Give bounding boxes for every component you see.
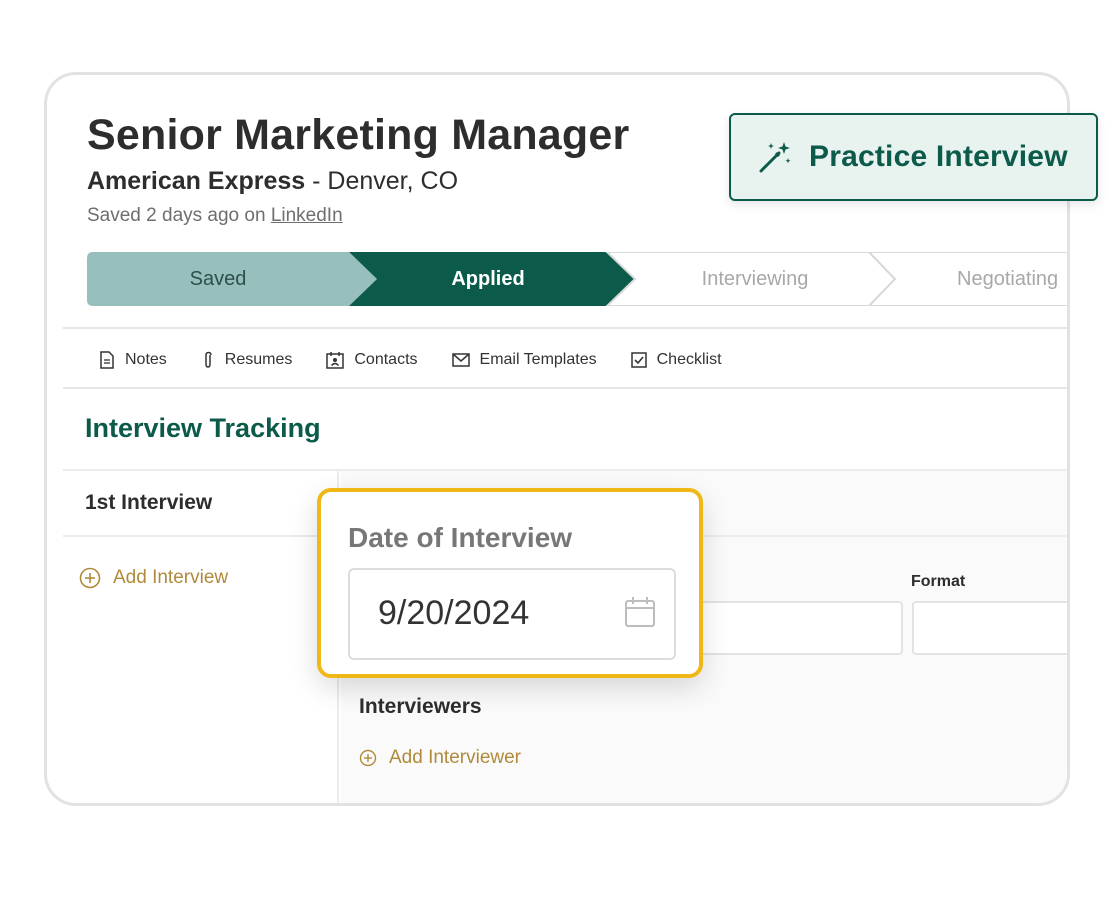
tab-bar: Notes Resumes Contacts Email Templates C… xyxy=(99,347,756,373)
tab-label: Notes xyxy=(125,351,167,368)
divider xyxy=(63,535,337,537)
divider xyxy=(63,387,1067,389)
practice-interview-label: Practice Interview xyxy=(809,140,1068,173)
tab-label: Checklist xyxy=(656,351,722,368)
stage-saved[interactable]: Saved xyxy=(87,252,349,306)
tab-label: Email Templates xyxy=(479,351,597,368)
checkbox-icon xyxy=(630,352,647,368)
stage-applied[interactable]: Applied xyxy=(363,252,613,306)
saved-info: Saved 2 days ago on LinkedIn xyxy=(87,205,343,227)
company-name: American Express xyxy=(87,167,306,195)
job-location: Denver, CO xyxy=(327,167,459,195)
source-link[interactable]: LinkedIn xyxy=(271,205,343,226)
contact-card-icon xyxy=(326,352,345,369)
interviewers-label: Interviewers xyxy=(359,695,482,718)
section-title: Interview Tracking xyxy=(85,413,321,443)
tab-label: Resumes xyxy=(224,351,293,368)
paperclip-icon xyxy=(205,351,212,368)
tab-resumes[interactable]: Resumes xyxy=(201,347,293,373)
add-interviewer-button[interactable]: Add Interviewer xyxy=(359,747,521,769)
format-label: Format xyxy=(911,573,966,590)
stage-negotiating[interactable]: Negotiating xyxy=(917,252,1067,306)
company-location-line: American Express - Denver, CO xyxy=(87,167,458,196)
rounds-sidebar: 1st Interview Add Interview xyxy=(63,471,339,803)
date-value: 9/20/2024 xyxy=(378,594,530,632)
format-field[interactable] xyxy=(912,601,1067,655)
job-title: Senior Marketing Manager xyxy=(87,111,630,159)
round-item-1st-interview[interactable]: 1st Interview xyxy=(85,491,212,515)
tab-checklist[interactable]: Checklist xyxy=(630,347,722,373)
add-interviewer-label: Add Interviewer xyxy=(389,747,522,768)
calendar-icon[interactable] xyxy=(624,596,656,628)
plus-circle-icon xyxy=(359,749,377,767)
saved-text: Saved 2 days ago on xyxy=(87,205,271,226)
tab-email-templates[interactable]: Email Templates xyxy=(451,347,597,373)
tab-contacts[interactable]: Contacts xyxy=(326,347,418,373)
practice-interview-button[interactable]: Practice Interview xyxy=(729,113,1098,201)
date-of-interview-callout: Date of Interview 9/20/2024 xyxy=(317,488,703,678)
tab-label: Contacts xyxy=(354,351,418,368)
company-separator: - xyxy=(305,167,328,195)
divider xyxy=(63,327,1067,329)
envelope-icon xyxy=(451,353,470,367)
date-of-interview-input[interactable]: 9/20/2024 xyxy=(348,568,676,660)
add-interview-button[interactable]: Add Interview xyxy=(79,567,228,589)
status-pipeline: Saved Applied Interviewing Negotiating xyxy=(87,252,1067,306)
plus-circle-icon xyxy=(79,567,101,589)
document-icon xyxy=(100,351,114,369)
tab-notes[interactable]: Notes xyxy=(99,347,167,373)
magic-wand-icon xyxy=(759,142,791,173)
add-interview-label: Add Interview xyxy=(113,567,229,588)
stage-interviewing[interactable]: Interviewing xyxy=(627,252,883,306)
date-of-interview-label: Date of Interview xyxy=(348,522,573,553)
